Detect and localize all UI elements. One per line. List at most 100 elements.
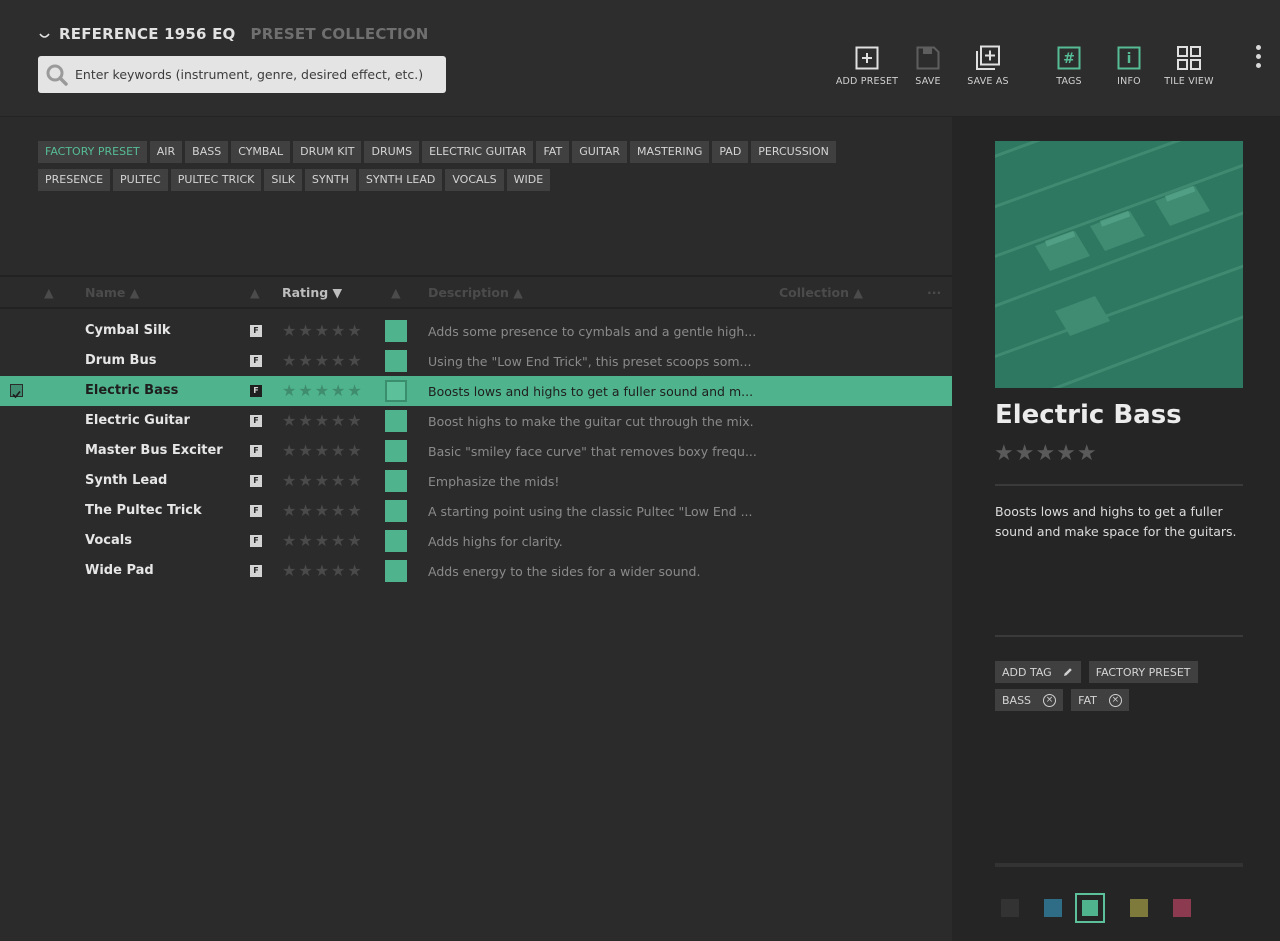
tag-filter[interactable]: PAD xyxy=(712,141,749,163)
rating-stars[interactable]: ★★★★★ xyxy=(282,321,364,340)
preset-description[interactable]: Boosts lows and highs to get a fuller so… xyxy=(995,502,1245,541)
rating-stars[interactable]: ★★★★★ xyxy=(282,411,364,430)
color-swatch[interactable] xyxy=(385,500,407,522)
factory-badge-icon: F xyxy=(250,415,262,427)
checkbox-column-sort[interactable]: ▲ xyxy=(44,285,54,300)
more-options-icon[interactable] xyxy=(1253,45,1263,72)
tag-filter[interactable]: AIR xyxy=(149,141,183,163)
color-swatch[interactable] xyxy=(385,320,407,342)
preset-tag-bass: BASS × xyxy=(995,689,1064,711)
add-tag-button[interactable]: ADD TAG xyxy=(995,661,1081,683)
tag-filter[interactable]: PULTEC TRICK xyxy=(170,169,262,191)
color-option[interactable] xyxy=(1001,899,1019,917)
table-row[interactable]: Master Bus Exciter F ★★★★★ Basic "smiley fa… xyxy=(0,436,952,466)
rating-stars[interactable]: ★★★★★ xyxy=(282,561,364,580)
tag-filter[interactable]: PERCUSSION xyxy=(751,141,836,163)
tag-filter[interactable]: DRUM KIT xyxy=(293,141,362,163)
rating-stars[interactable]: ★★★★★ xyxy=(282,381,364,400)
tag-filter[interactable]: SYNTH xyxy=(304,169,356,191)
tag-filter[interactable]: ELECTRIC GUITAR xyxy=(422,141,534,163)
tile-view-button[interactable]: TILE VIEW xyxy=(1149,44,1229,87)
factory-column-sort[interactable]: ▲ xyxy=(250,285,260,300)
preset-tag-list: ADD TAG FACTORY PRESET BASS × FAT × xyxy=(995,661,1245,717)
row-checkbox[interactable] xyxy=(10,384,23,399)
tag-filter[interactable]: PRESENCE xyxy=(38,169,111,191)
tag-filter[interactable]: SILK xyxy=(264,169,302,191)
tag-filter[interactable]: PULTEC xyxy=(113,169,168,191)
tag-filter[interactable]: FACTORY PRESET xyxy=(38,141,147,163)
save-as-label: SAVE AS xyxy=(967,76,1009,87)
tag-filter[interactable]: WIDE xyxy=(506,169,551,191)
save-as-icon xyxy=(976,45,1000,70)
rating-stars[interactable]: ★★★★★ xyxy=(282,501,364,520)
preset-description: Adds energy to the sides for a wider sou… xyxy=(428,564,701,579)
rating-stars[interactable]: ★★★★★ xyxy=(282,471,364,490)
factory-badge-icon: F xyxy=(250,565,262,577)
preset-name: Vocals xyxy=(85,533,132,548)
table-row[interactable]: Wide Pad F ★★★★★ Adds energy to the sides f… xyxy=(0,556,952,586)
tag-filter-list: FACTORY PRESET AIR BASS CYMBAL DRUM KIT DRUMS… xyxy=(38,141,918,197)
preset-tag-label: FACTORY PRESET xyxy=(1095,665,1191,679)
remove-tag-icon[interactable]: × xyxy=(1043,693,1057,707)
tag-filter[interactable]: MASTERING xyxy=(630,141,710,163)
preset-detail-panel: Electric Bass ★★★★★ Boosts lows and high… xyxy=(952,117,1280,941)
mixer-faders-image xyxy=(995,141,1243,388)
color-swatch[interactable] xyxy=(385,440,407,462)
tag-filter[interactable]: VOCALS xyxy=(445,169,504,191)
save-icon xyxy=(916,46,940,70)
table-row[interactable]: Synth Lead F ★★★★★ Emphasize the mids! xyxy=(0,466,952,496)
tag-filter[interactable]: FAT xyxy=(536,141,570,163)
add-preset-icon xyxy=(855,46,879,70)
rating-stars[interactable]: ★★★★★ xyxy=(282,441,364,460)
search-input[interactable] xyxy=(75,67,435,82)
factory-badge-icon: F xyxy=(250,505,262,517)
preset-name: Master Bus Exciter xyxy=(85,443,223,458)
color-option[interactable] xyxy=(1173,899,1191,917)
color-swatch[interactable] xyxy=(385,350,407,372)
rating-stars[interactable]: ★★★★★ xyxy=(282,531,364,550)
color-swatch[interactable] xyxy=(385,380,407,402)
color-swatch[interactable] xyxy=(385,470,407,492)
name-column-header[interactable]: Name ▲ xyxy=(85,285,139,300)
preset-artwork xyxy=(995,141,1243,388)
table-row[interactable]: Vocals F ★★★★★ Adds highs for clarity. xyxy=(0,526,952,556)
remove-tag-icon[interactable]: × xyxy=(1108,693,1122,707)
preset-description: Adds highs for clarity. xyxy=(428,534,563,549)
search-icon xyxy=(46,64,68,86)
tag-filter[interactable]: GUITAR xyxy=(572,141,628,163)
color-option[interactable] xyxy=(1044,899,1062,917)
hashtag-icon: # xyxy=(1057,46,1081,70)
color-column-sort[interactable]: ▲ xyxy=(391,285,401,300)
table-row[interactable]: Drum Bus F ★★★★★ Using the "Low End Trick",… xyxy=(0,346,952,376)
preset-name: Cymbal Silk xyxy=(85,323,171,338)
table-row[interactable]: Electric Bass F ★★★★★ Boosts lows and highs… xyxy=(0,376,952,406)
preset-name: Electric Guitar xyxy=(85,413,190,428)
factory-badge-icon: F xyxy=(250,445,262,457)
preset-rating-stars[interactable]: ★★★★★ xyxy=(994,441,1098,466)
factory-badge-icon: F xyxy=(250,385,262,397)
rating-column-header[interactable]: Rating ▼ xyxy=(282,285,342,300)
search-bar[interactable] xyxy=(38,56,446,93)
color-swatch[interactable] xyxy=(385,410,407,432)
collapse-chevron-icon[interactable] xyxy=(38,29,51,42)
color-swatch[interactable] xyxy=(385,530,407,552)
color-option[interactable] xyxy=(1075,893,1105,923)
collection-title[interactable]: PRESET COLLECTION xyxy=(251,25,429,43)
column-options-icon[interactable]: ··· xyxy=(927,285,941,300)
color-swatch[interactable] xyxy=(385,560,407,582)
description-column-header[interactable]: Description ▲ xyxy=(428,285,523,300)
preset-title: Electric Bass xyxy=(995,400,1182,430)
tag-filter[interactable]: CYMBAL xyxy=(231,141,291,163)
rating-stars[interactable]: ★★★★★ xyxy=(282,351,364,370)
table-row[interactable]: Cymbal Silk F ★★★★★ Adds some presence to c… xyxy=(0,316,952,346)
table-row[interactable]: Electric Guitar F ★★★★★ Boost highs to make… xyxy=(0,406,952,436)
color-option[interactable] xyxy=(1130,899,1148,917)
add-tag-label: ADD TAG xyxy=(1002,665,1052,679)
factory-badge-icon: F xyxy=(250,475,262,487)
save-as-button[interactable]: SAVE AS xyxy=(948,44,1028,87)
tag-filter[interactable]: BASS xyxy=(185,141,229,163)
tag-filter[interactable]: SYNTH LEAD xyxy=(358,169,443,191)
collection-column-header[interactable]: Collection ▲ xyxy=(779,285,863,300)
table-row[interactable]: The Pultec Trick F ★★★★★ A starting point u… xyxy=(0,496,952,526)
tag-filter[interactable]: DRUMS xyxy=(364,141,420,163)
